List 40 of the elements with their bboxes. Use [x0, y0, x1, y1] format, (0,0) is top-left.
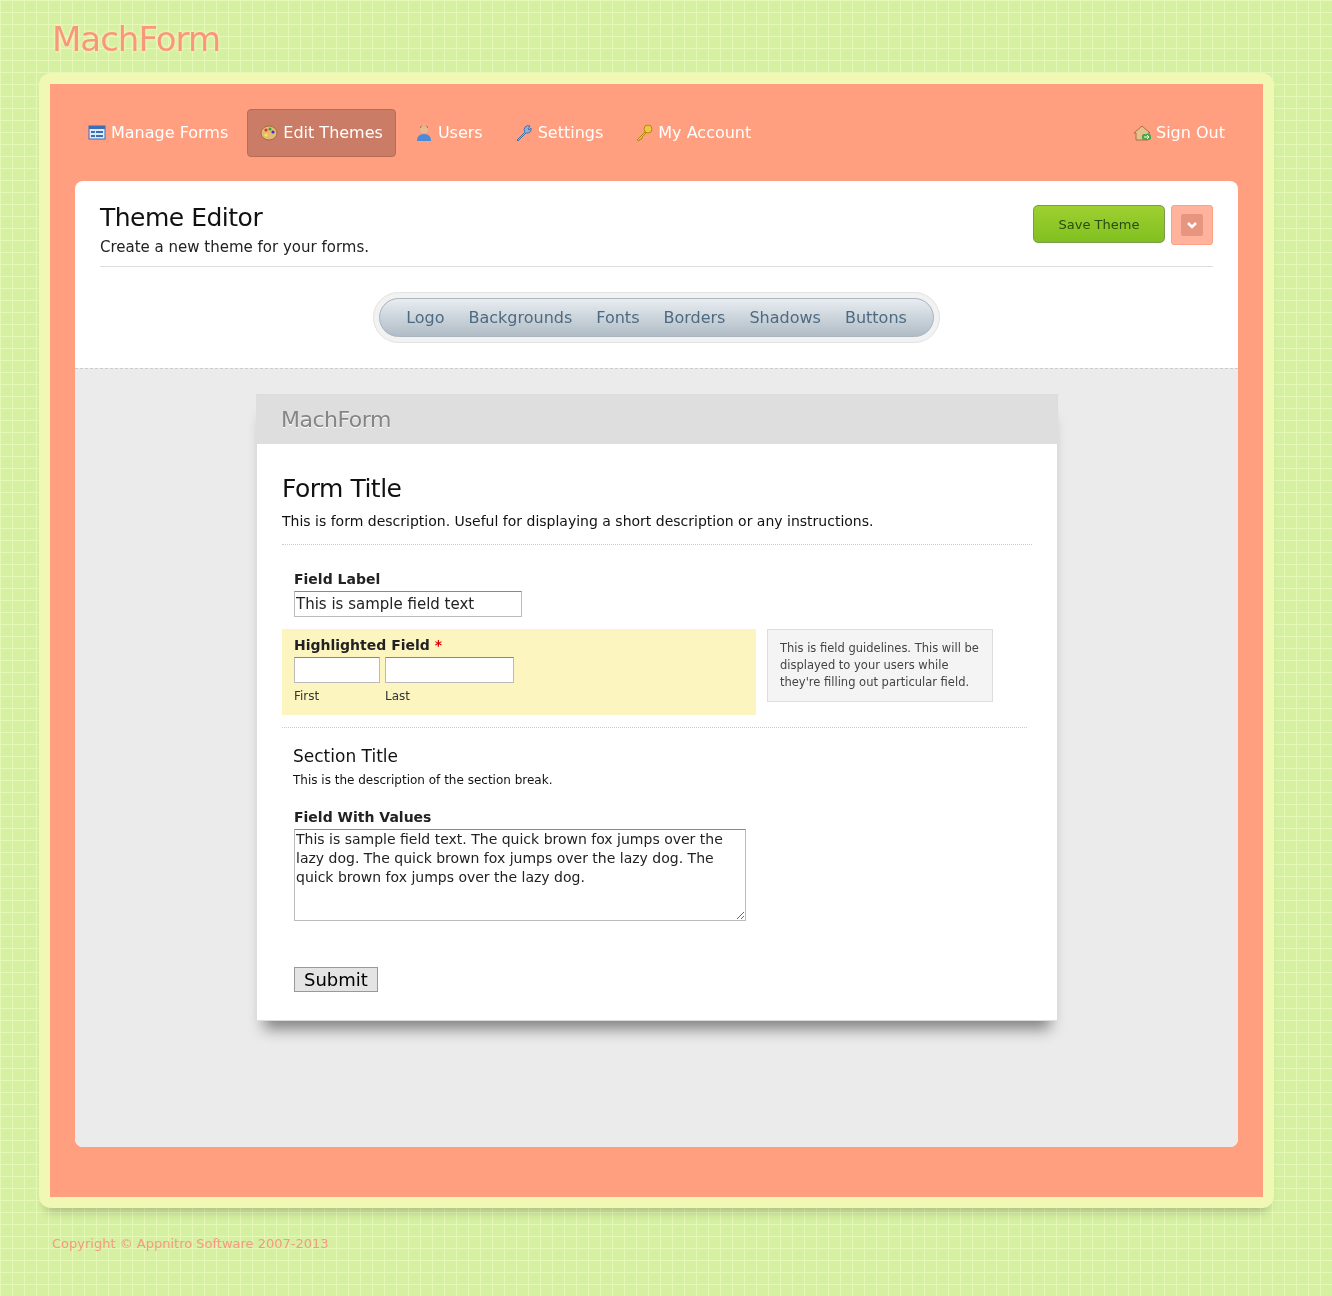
page-title: Theme Editor	[100, 203, 264, 232]
form-title: Form Title	[282, 474, 403, 503]
tab[interactable]: Borders	[651, 308, 738, 327]
text-input-field[interactable]: This is sample field text	[294, 591, 522, 617]
tab[interactable]: Shadows	[737, 308, 833, 327]
logo: MachForm	[52, 18, 221, 60]
chevron-down-icon	[1181, 214, 1203, 236]
nav-item[interactable]: Edit Themes	[247, 108, 396, 157]
name-input-field[interactable]	[294, 657, 380, 683]
field-label: Highlighted Field *	[294, 637, 444, 653]
copyright-text: Copyright © Appnitro Software 2007-2013	[52, 1236, 330, 1251]
section-description: This is the description of the section break.	[293, 773, 554, 787]
textarea-field[interactable]: This is sample field text. The quick brown fox jumps over the lazy dog. The quick brown fox jumps over the lazy dog. The quick brown fox jumps over the lazy dog.	[294, 829, 746, 921]
user-icon	[414, 123, 433, 142]
sign-out-link[interactable]: Sign Out	[1120, 108, 1238, 157]
sublabel: First	[294, 689, 321, 703]
form-logo: MachForm	[281, 407, 391, 432]
tab[interactable]: Fonts	[584, 308, 652, 327]
key-icon	[635, 123, 654, 142]
name-input-field[interactable]	[385, 657, 514, 683]
tab[interactable]: Buttons	[832, 308, 919, 327]
sublabel: Last	[385, 689, 411, 703]
nav-item[interactable]: My Account	[622, 108, 765, 157]
nav-item[interactable]: Manage Forms	[75, 108, 242, 157]
page-subtitle: Create a new theme for your forms.	[100, 238, 369, 256]
save-theme-button[interactable]: Save Theme	[1033, 205, 1165, 243]
field-guidelines: This is field guidelines. This will be displayed to your users while they're filling out particular field.	[767, 629, 993, 702]
wrench-icon	[514, 123, 533, 142]
tab[interactable]: Logo	[394, 308, 457, 327]
palette-icon	[260, 123, 279, 142]
field-label: Field With Values	[294, 809, 433, 825]
field-label: Field Label	[294, 571, 382, 587]
form-icon	[88, 123, 106, 142]
nav-item[interactable]: Settings	[501, 108, 617, 157]
submit-button[interactable]: Submit	[294, 967, 378, 992]
form-description: This is form description. Useful for displaying a short description or any instructions.	[282, 513, 1032, 545]
tab[interactable]: Backgrounds	[456, 308, 585, 327]
section-title: Section Title	[293, 746, 399, 766]
nav-item[interactable]: Users	[401, 108, 496, 157]
house-icon	[1133, 123, 1151, 142]
